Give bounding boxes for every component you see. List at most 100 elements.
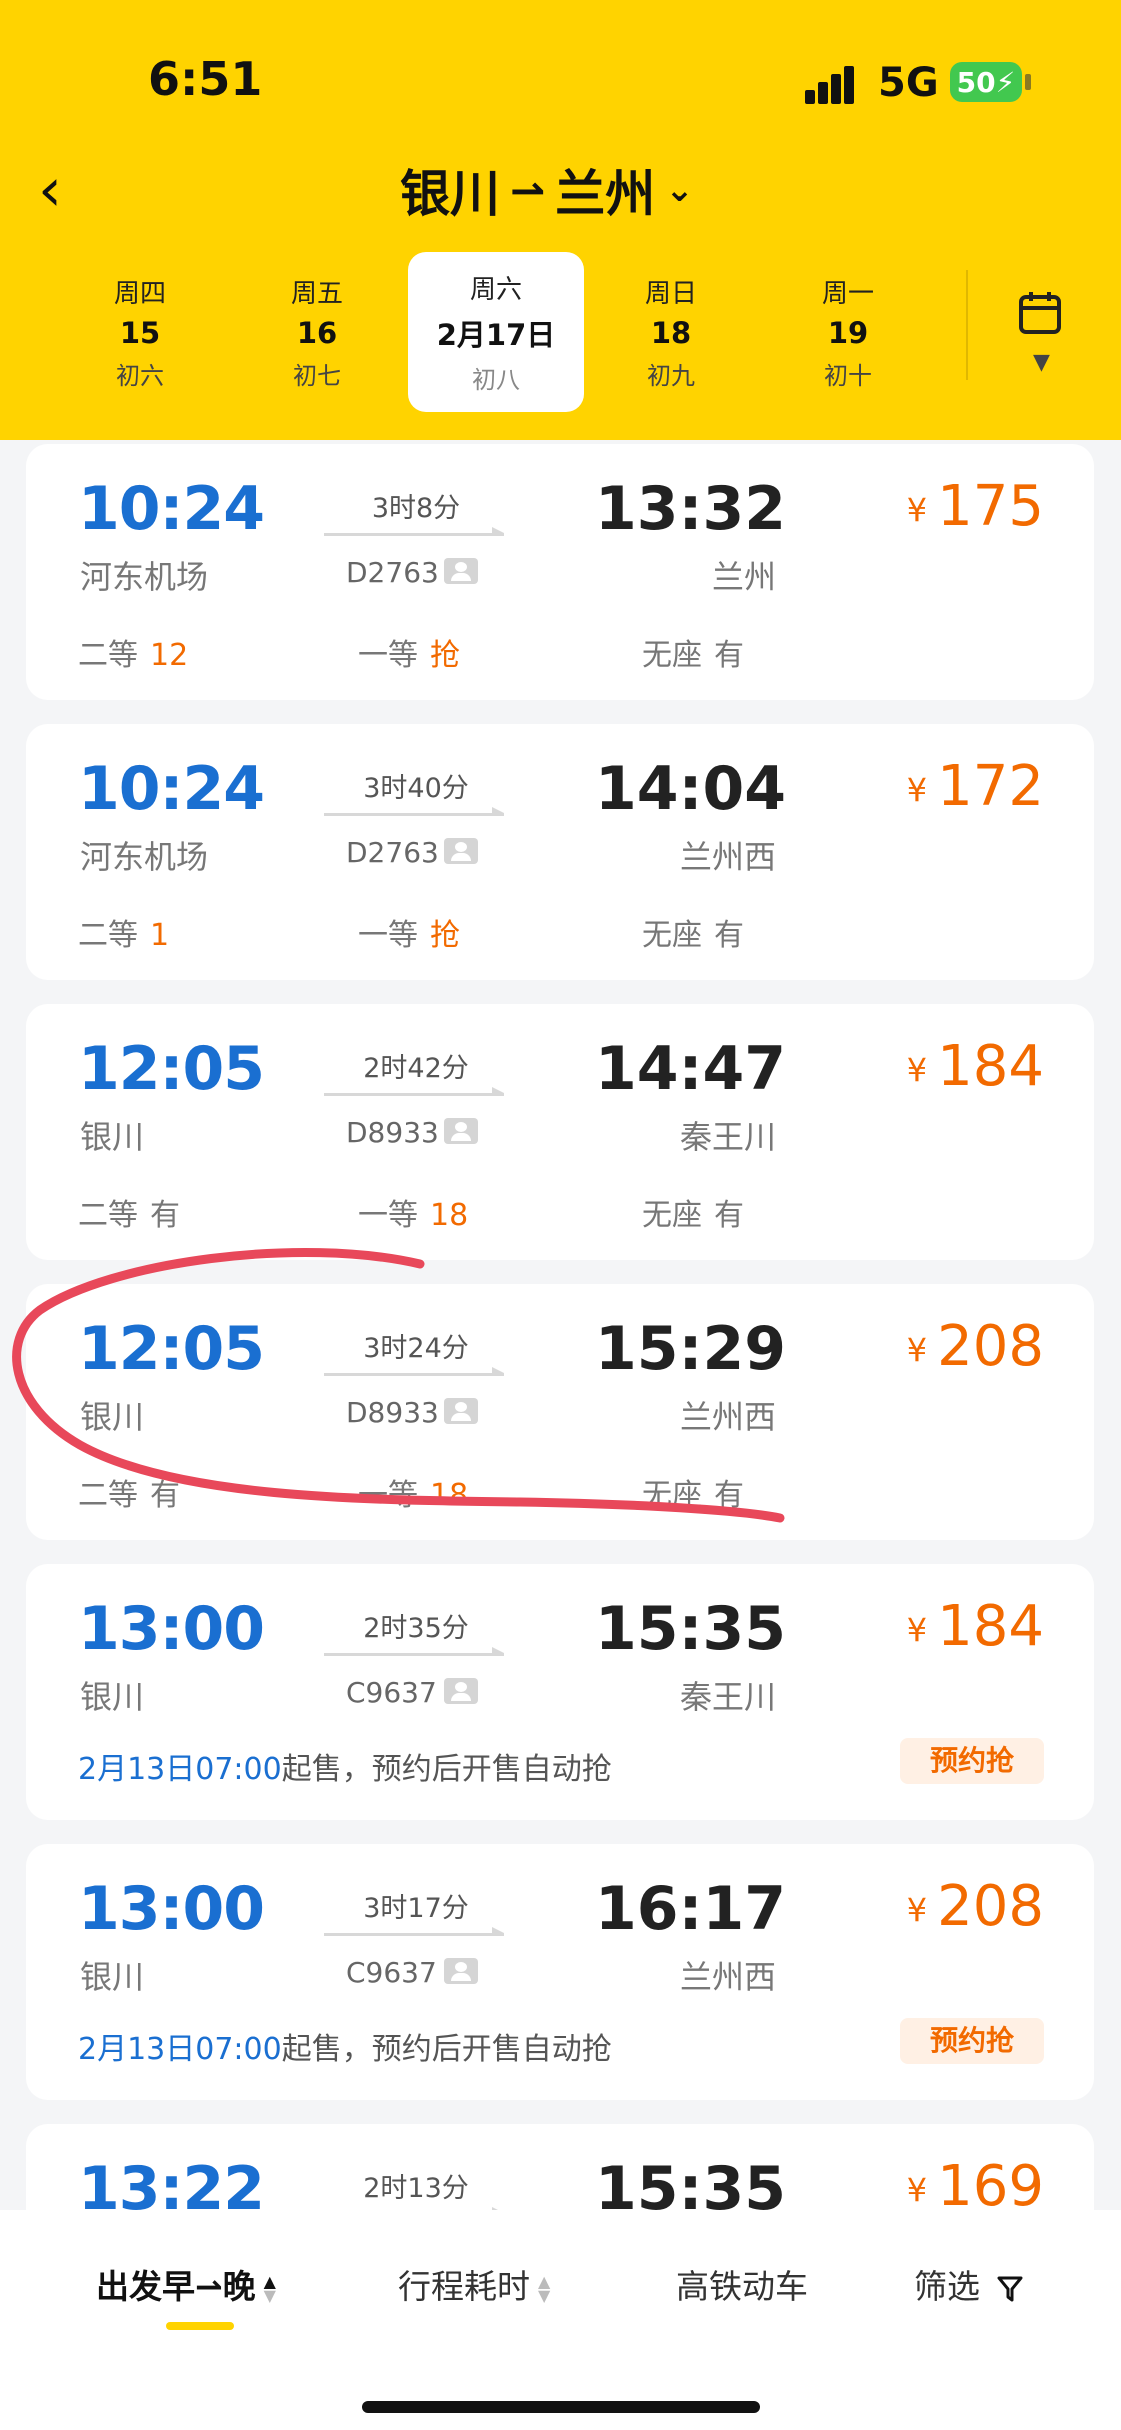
date-tab[interactable]: 周日 18 初九 (583, 252, 759, 412)
date-tab[interactable]: 周五 16 初七 (229, 252, 405, 412)
presale-notice: 2月13日07:00起售，预约后开售自动抢 (78, 2024, 612, 2068)
route-selector[interactable]: 银川 ⇀ 兰州 ⌄ (400, 158, 694, 223)
sort-arrows-icon: ▲ ▼ (263, 2271, 276, 2305)
duration: 3时24分 (363, 1333, 469, 1364)
signal-icon (805, 64, 867, 104)
high-speed-filter-tab[interactable]: 高铁动车 (676, 2260, 808, 2308)
duration: 2时35分 (363, 1613, 469, 1644)
price: ¥184 (907, 1594, 1044, 1659)
seat-class: 二等 (78, 1198, 138, 1233)
tab-label: 行程耗时 (398, 2267, 530, 2306)
seat-availability: 12 (150, 638, 189, 673)
seat-class-second: 二等有 (78, 1470, 180, 1514)
seat-availability: 18 (430, 1198, 469, 1233)
train-number: C9637 (346, 1956, 437, 1989)
currency-symbol: ¥ (906, 1891, 928, 1929)
seat-availability: 有 (714, 1478, 744, 1513)
seat-class-first: 一等 18 (358, 1190, 468, 1234)
battery-level: 50 (956, 65, 996, 99)
date-tab-selected[interactable]: 周六 2月17日 初八 (408, 252, 584, 412)
price: ¥184 (907, 1034, 1044, 1099)
seat-class-first: 一等抢 (358, 630, 460, 674)
train-number: D8933 (346, 1116, 439, 1149)
presale-text: 起售，预约后开售自动抢 (281, 2032, 612, 2067)
price-value: 208 (937, 1874, 1044, 1939)
sort-arrows-icon: ▲ ▼ (538, 2271, 551, 2305)
active-tab-indicator (166, 2322, 234, 2330)
seat-class: 无座 (642, 638, 702, 673)
filter-icon (997, 2276, 1022, 2301)
id-card-icon (444, 1678, 478, 1704)
price: ¥175 (907, 474, 1044, 539)
arrive-station: 兰州西 (679, 1398, 776, 1436)
seat-class-second: 二等 1 (78, 910, 169, 954)
seat-class: 一等 (358, 918, 418, 953)
battery-tip (1025, 74, 1031, 90)
currency-symbol: ¥ (906, 2171, 928, 2209)
calendar-expand-icon[interactable]: ▼ (1033, 350, 1050, 375)
arrive-time: 14:47 (595, 1034, 786, 1104)
date-weekday: 周五 (290, 279, 343, 309)
depart-time: 13:00 (78, 1874, 265, 1944)
calendar-icon[interactable] (1018, 290, 1062, 336)
price: ¥172 (907, 754, 1044, 819)
train-card[interactable]: 12:05 银川 2时42分 D8933 14:47 秦王川 ¥184 二等有 … (26, 1004, 1094, 1260)
currency-symbol: ¥ (906, 1051, 928, 1089)
status-time: 6:51 (148, 52, 263, 106)
seat-availability: 有 (714, 638, 744, 673)
seat-class: 无座 (642, 1198, 702, 1233)
seat-availability: 18 (430, 1478, 469, 1513)
price-value: 172 (937, 754, 1044, 819)
date-weekday: 周四 (113, 279, 166, 309)
sort-depart-time-tab[interactable]: 出发早⇀晚 ▲ ▼ (96, 2260, 276, 2308)
route-arrow-icon: ⇀ (510, 165, 546, 215)
depart-time: 12:05 (78, 1314, 265, 1384)
seat-availability: 1 (150, 918, 170, 953)
seat-class: 一等 (358, 1198, 418, 1233)
network-label: 5G (878, 60, 939, 106)
reserve-button[interactable]: 预约抢 (900, 2018, 1044, 2064)
date-day: 16 (296, 316, 338, 350)
date-weekday: 周日 (644, 279, 697, 309)
date-tab[interactable]: 周四 15 初六 (52, 252, 228, 412)
train-card[interactable]: 10:24 河东机场 3时40分 D2763 14:04 兰州西 ¥172 二等… (26, 724, 1094, 980)
seat-class: 一等 (358, 638, 418, 673)
train-card[interactable]: 12:05 银川 3时24分 D8933 15:29 兰州西 ¥208 二等有 … (26, 1284, 1094, 1540)
train-number: D2763 (346, 556, 439, 589)
depart-time: 10:24 (78, 754, 265, 824)
seat-class: 二等 (78, 638, 138, 673)
back-icon[interactable]: ‹ (38, 160, 98, 220)
bottom-sort-bar: 出发早⇀晚 ▲ ▼ 行程耗时 ▲ ▼ 高铁动车 筛选 (0, 2210, 1121, 2430)
date-strip: 周四 15 初六 周五 16 初七 周六 2月17日 初八 周日 18 初九 周… (0, 252, 960, 412)
filter-tab[interactable]: 筛选 (914, 2260, 1023, 2308)
arrive-station: 兰州西 (679, 1958, 776, 1996)
date-day: 18 (650, 316, 692, 350)
seat-class: 二等 (78, 918, 138, 953)
presale-notice: 2月13日07:00起售，预约后开售自动抢 (78, 1744, 612, 1788)
reserve-button[interactable]: 预约抢 (900, 1738, 1044, 1784)
seat-class: 无座 (642, 1478, 702, 1513)
seat-availability: 抢 (430, 918, 460, 953)
train-card[interactable]: 13:00 银川 3时17分 C9637 16:17 兰州西 ¥208 2月13… (26, 1844, 1094, 2100)
duration: 3时17分 (363, 1893, 469, 1924)
arrive-station: 秦王川 (679, 1678, 776, 1716)
train-card[interactable]: 10:24 河东机场 3时8分 D2763 13:32 兰州 ¥175 二等 12… (26, 444, 1094, 700)
date-weekday: 周一 (821, 279, 874, 309)
date-tab[interactable]: 周一 19 初十 (760, 252, 936, 412)
seat-class: 一等 (358, 1478, 418, 1513)
arrive-station: 兰州西 (679, 838, 776, 876)
train-card[interactable]: 13:00 银川 2时35分 C9637 15:35 秦王川 ¥184 2月13… (26, 1564, 1094, 1820)
train-number: C9637 (346, 1676, 437, 1709)
presale-text: 起售，预约后开售自动抢 (281, 1752, 612, 1787)
id-card-icon (444, 838, 478, 864)
date-lunar: 初八 (472, 366, 520, 394)
seat-class-standing: 无座有 (642, 1470, 744, 1514)
duration-line (324, 1367, 504, 1376)
sort-duration-tab[interactable]: 行程耗时 ▲ ▼ (398, 2260, 550, 2308)
seat-availability: 有 (714, 918, 744, 953)
currency-symbol: ¥ (906, 1331, 928, 1369)
seat-class: 无座 (642, 918, 702, 953)
date-day: 19 (827, 316, 869, 350)
seat-class-standing: 无座有 (642, 910, 744, 954)
header-bar: 6:51 5G 50 ⚡ ‹ 银川 ⇀ 兰州 ⌄ 周四 15 初六 周五 16 初… (0, 0, 1121, 440)
